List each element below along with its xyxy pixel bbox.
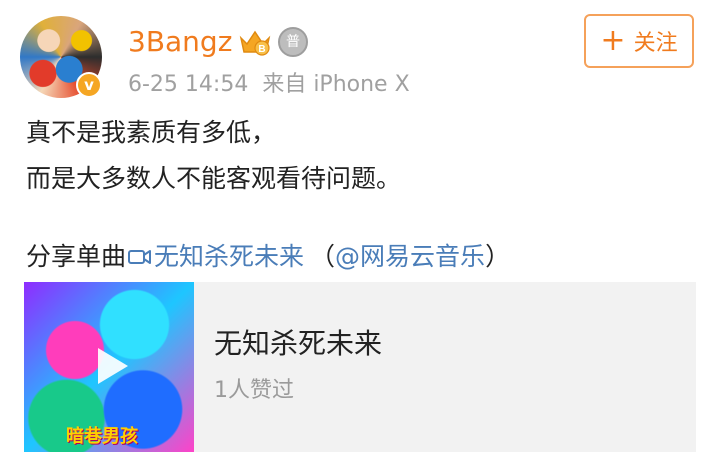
post-source[interactable]: 来自 iPhone X — [262, 72, 409, 97]
vip-badge-letter: B — [258, 44, 265, 55]
play-icon[interactable] — [84, 340, 136, 392]
close-paren: ） — [485, 242, 511, 271]
post-text-line-1: 真不是我素质有多低， — [26, 118, 277, 147]
plus-icon: + — [600, 23, 626, 58]
song-title: 无知杀死未来 — [214, 327, 383, 360]
share-line: 分享单曲 无知杀死未来 （ @网易云音乐 ） — [26, 240, 510, 274]
cover-text: 暗巷男孩 — [66, 426, 138, 447]
video-icon — [128, 250, 152, 264]
post-date: 6-25 14:54 — [128, 72, 249, 97]
verified-badge-icon: v — [76, 72, 102, 98]
open-paren: （ — [310, 242, 336, 271]
post-meta: 6-25 14:54 来自 iPhone X — [128, 70, 424, 100]
vip-crown-icon: B — [239, 30, 271, 56]
album-cover[interactable]: 暗巷男孩 — [24, 282, 194, 452]
username[interactable]: 3Bangz — [128, 24, 232, 60]
share-prefix: 分享单曲 — [26, 242, 127, 271]
medal-icon: 普 — [278, 27, 308, 57]
music-card[interactable]: 暗巷男孩 无知杀死未来 1人赞过 — [24, 282, 696, 452]
like-count: 1人赞过 — [214, 378, 294, 403]
follow-button[interactable]: + 关注 — [584, 14, 694, 68]
song-link[interactable]: 无知杀死未来 — [154, 240, 304, 274]
post-text-line-2: 而是大多数人不能客观看待问题。 — [26, 164, 402, 193]
netease-music-link[interactable]: @网易云音乐 — [335, 240, 485, 274]
follow-label: 关注 — [633, 31, 678, 56]
